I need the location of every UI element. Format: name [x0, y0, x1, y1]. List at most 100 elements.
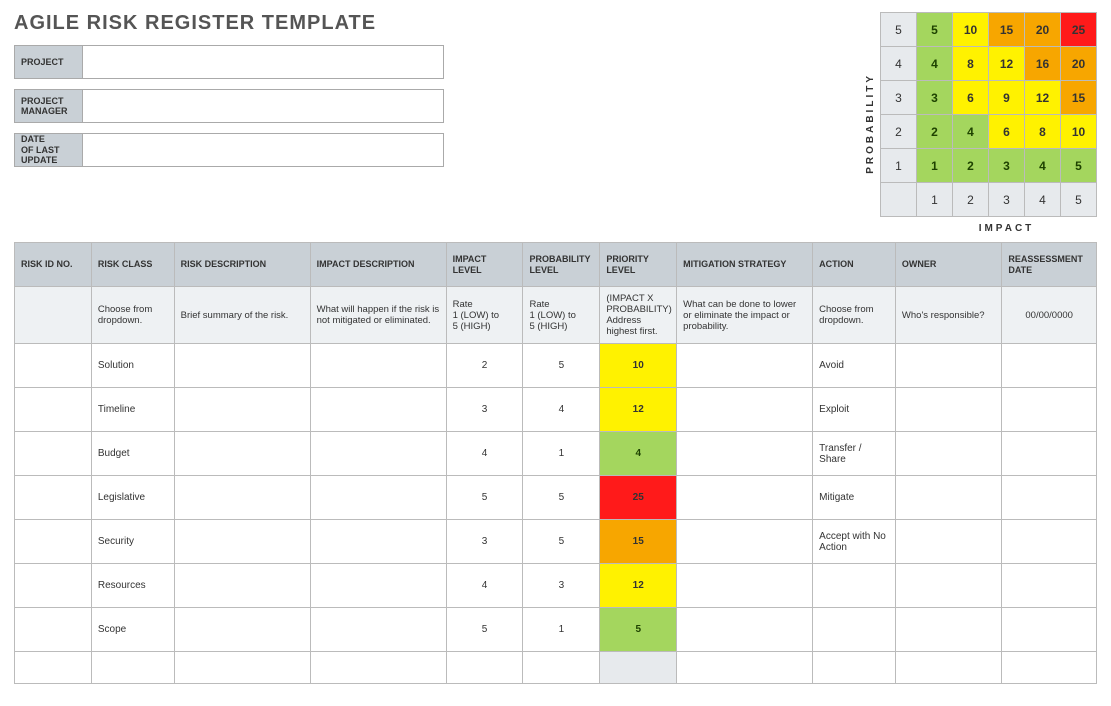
table-cell[interactable]: [677, 652, 813, 684]
table-cell[interactable]: [677, 564, 813, 608]
table-cell[interactable]: [15, 564, 92, 608]
table-cell[interactable]: 3: [446, 520, 523, 564]
table-cell[interactable]: [600, 652, 677, 684]
table-cell[interactable]: Accept with No Action: [813, 520, 896, 564]
table-cell[interactable]: 4: [446, 564, 523, 608]
table-row[interactable]: Timeline 3412 Exploit: [15, 388, 1097, 432]
table-cell[interactable]: [677, 344, 813, 388]
table-row[interactable]: Scope 515: [15, 608, 1097, 652]
table-cell[interactable]: [677, 520, 813, 564]
table-cell[interactable]: [174, 520, 310, 564]
table-cell[interactable]: 5: [523, 520, 600, 564]
table-cell[interactable]: [310, 608, 446, 652]
table-cell[interactable]: 3: [523, 564, 600, 608]
table-cell[interactable]: 4: [446, 432, 523, 476]
table-cell[interactable]: Avoid: [813, 344, 896, 388]
table-cell[interactable]: [677, 432, 813, 476]
table-cell[interactable]: 10: [600, 344, 677, 388]
table-cell[interactable]: Exploit: [813, 388, 896, 432]
table-cell[interactable]: [15, 608, 92, 652]
table-cell[interactable]: [174, 564, 310, 608]
table-cell[interactable]: 5: [523, 344, 600, 388]
manager-input[interactable]: [83, 90, 443, 122]
table-cell[interactable]: 5: [446, 608, 523, 652]
table-cell[interactable]: Legislative: [91, 476, 174, 520]
table-cell[interactable]: Timeline: [91, 388, 174, 432]
table-cell[interactable]: Scope: [91, 608, 174, 652]
table-cell[interactable]: 3: [446, 388, 523, 432]
table-cell[interactable]: 5: [600, 608, 677, 652]
table-cell[interactable]: [15, 476, 92, 520]
table-cell[interactable]: [677, 388, 813, 432]
table-cell[interactable]: [174, 652, 310, 684]
matrix-cell: 20: [1025, 13, 1061, 47]
table-cell[interactable]: 5: [446, 476, 523, 520]
table-cell[interactable]: Budget: [91, 432, 174, 476]
table-row[interactable]: Budget 414 Transfer / Share: [15, 432, 1097, 476]
table-cell[interactable]: [174, 344, 310, 388]
table-cell[interactable]: [895, 608, 1001, 652]
table-cell[interactable]: Resources: [91, 564, 174, 608]
table-cell[interactable]: Mitigate: [813, 476, 896, 520]
table-cell[interactable]: [174, 432, 310, 476]
date-input[interactable]: [83, 134, 443, 166]
table-cell[interactable]: [895, 476, 1001, 520]
table-cell[interactable]: [310, 388, 446, 432]
table-cell[interactable]: [15, 520, 92, 564]
table-cell[interactable]: [523, 652, 600, 684]
table-cell[interactable]: [1002, 564, 1097, 608]
table-cell[interactable]: [15, 652, 92, 684]
table-cell[interactable]: [895, 652, 1001, 684]
table-cell[interactable]: [1002, 432, 1097, 476]
table-cell[interactable]: Transfer / Share: [813, 432, 896, 476]
table-cell[interactable]: [310, 344, 446, 388]
table-cell[interactable]: 12: [600, 388, 677, 432]
table-cell[interactable]: 4: [523, 388, 600, 432]
table-row[interactable]: Resources 4312: [15, 564, 1097, 608]
table-cell[interactable]: [895, 432, 1001, 476]
table-cell[interactable]: [895, 520, 1001, 564]
table-cell[interactable]: [15, 432, 92, 476]
table-row-empty[interactable]: [15, 652, 1097, 684]
table-row[interactable]: Legislative5525Mitigate: [15, 476, 1097, 520]
table-cell[interactable]: Security: [91, 520, 174, 564]
table-cell[interactable]: [1002, 652, 1097, 684]
table-cell[interactable]: [310, 476, 446, 520]
table-cell[interactable]: [1002, 476, 1097, 520]
table-cell[interactable]: [310, 564, 446, 608]
table-row[interactable]: Solution 2510 Avoid: [15, 344, 1097, 388]
table-cell[interactable]: [446, 652, 523, 684]
table-cell[interactable]: [15, 344, 92, 388]
table-cell[interactable]: Solution: [91, 344, 174, 388]
table-cell[interactable]: [677, 476, 813, 520]
table-cell[interactable]: [91, 652, 174, 684]
table-cell[interactable]: 5: [523, 476, 600, 520]
table-cell[interactable]: [895, 388, 1001, 432]
table-cell[interactable]: 1: [523, 432, 600, 476]
table-cell[interactable]: [1002, 344, 1097, 388]
table-cell[interactable]: 12: [600, 564, 677, 608]
table-cell[interactable]: [813, 652, 896, 684]
table-cell[interactable]: [1002, 520, 1097, 564]
table-cell[interactable]: [895, 344, 1001, 388]
table-cell[interactable]: [310, 432, 446, 476]
table-row[interactable]: Security 3515 Accept with No Action: [15, 520, 1097, 564]
table-cell[interactable]: 25: [600, 476, 677, 520]
table-cell[interactable]: [895, 564, 1001, 608]
table-cell[interactable]: [15, 388, 92, 432]
table-cell[interactable]: [174, 476, 310, 520]
table-cell[interactable]: [310, 652, 446, 684]
table-cell[interactable]: 2: [446, 344, 523, 388]
table-cell[interactable]: [1002, 388, 1097, 432]
table-cell[interactable]: 15: [600, 520, 677, 564]
table-cell[interactable]: 4: [600, 432, 677, 476]
table-cell[interactable]: [677, 608, 813, 652]
project-input[interactable]: [83, 46, 443, 78]
table-cell[interactable]: [813, 564, 896, 608]
table-cell[interactable]: [813, 608, 896, 652]
table-cell[interactable]: [1002, 608, 1097, 652]
table-cell[interactable]: [174, 608, 310, 652]
table-cell[interactable]: [310, 520, 446, 564]
table-cell[interactable]: [174, 388, 310, 432]
table-cell[interactable]: 1: [523, 608, 600, 652]
